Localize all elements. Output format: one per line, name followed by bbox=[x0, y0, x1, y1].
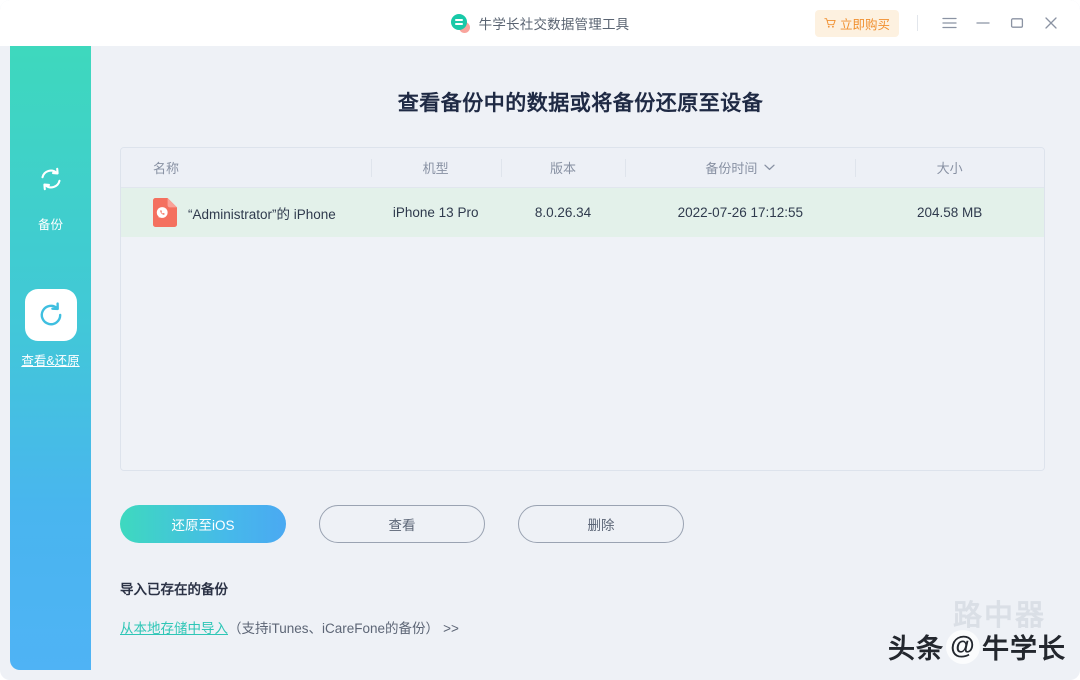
watermark-handle: 牛学长 bbox=[982, 627, 1066, 666]
cell-backup-time: 2022-07-26 17:12:55 bbox=[625, 188, 855, 237]
restore-to-ios-button[interactable]: 还原至iOS bbox=[120, 505, 286, 543]
main-content: 查看备份中的数据或将备份还原至设备 名称 机型 版本 备份时间 bbox=[91, 46, 1070, 670]
cell-name-text: “Administrator”的 iPhone bbox=[188, 203, 336, 223]
column-header-model-label: 机型 bbox=[423, 158, 449, 177]
titlebar-divider bbox=[917, 15, 918, 31]
app-window: 牛学长社交数据管理工具 立即购买 bbox=[0, 0, 1080, 680]
column-header-backup-time-label: 备份时间 bbox=[705, 158, 757, 177]
action-buttons: 还原至iOS 查看 删除 bbox=[120, 505, 684, 543]
sidebar-item-backup[interactable]: 备份 bbox=[10, 153, 91, 233]
minimize-button[interactable] bbox=[966, 0, 1000, 46]
buy-now-label: 立即购买 bbox=[840, 14, 890, 33]
sync-arrows-icon bbox=[36, 164, 66, 194]
app-logo-icon bbox=[451, 14, 470, 33]
restore-refresh-icon bbox=[36, 300, 66, 330]
view-button[interactable]: 查看 bbox=[319, 505, 485, 543]
cell-model: iPhone 13 Pro bbox=[371, 188, 501, 237]
chevron-down-icon[interactable] bbox=[764, 164, 775, 171]
hamburger-menu-button[interactable] bbox=[932, 0, 966, 46]
close-button[interactable] bbox=[1034, 0, 1068, 46]
column-header-version-label: 版本 bbox=[550, 158, 576, 177]
import-link-row: 从本地存储中导入 （支持iTunes、iCareFone的备份） >> bbox=[120, 617, 459, 637]
import-from-local-link[interactable]: 从本地存储中导入 bbox=[120, 617, 228, 637]
cell-name: “Administrator”的 iPhone bbox=[121, 188, 371, 237]
sidebar-item-backup-label: 备份 bbox=[38, 214, 63, 233]
table-row[interactable]: “Administrator”的 iPhone iPhone 13 Pro 8.… bbox=[121, 188, 1044, 237]
column-header-model[interactable]: 机型 bbox=[371, 148, 501, 187]
app-title: 牛学长社交数据管理工具 bbox=[479, 13, 630, 33]
column-header-name[interactable]: 名称 bbox=[121, 148, 371, 187]
maximize-icon bbox=[1010, 17, 1024, 29]
whatsapp-backup-file-icon bbox=[153, 198, 177, 227]
backup-table: 名称 机型 版本 备份时间 大小 bbox=[120, 147, 1045, 471]
page-title: 查看备份中的数据或将备份还原至设备 bbox=[91, 87, 1070, 117]
sidebar-backup-icon-wrap bbox=[25, 153, 77, 205]
cell-size: 204.58 MB bbox=[855, 188, 1044, 237]
column-header-size[interactable]: 大小 bbox=[855, 148, 1044, 187]
watermark-at-icon: @ bbox=[946, 630, 980, 664]
maximize-button[interactable] bbox=[1000, 0, 1034, 46]
table-header-row: 名称 机型 版本 备份时间 大小 bbox=[121, 148, 1044, 188]
sidebar-item-view-restore[interactable]: 查看&还原 bbox=[10, 289, 91, 369]
watermark: 头条 @ 牛学长 bbox=[888, 627, 1066, 666]
delete-button[interactable]: 删除 bbox=[518, 505, 684, 543]
sidebar: 备份 查看&还原 bbox=[10, 46, 91, 670]
cell-version: 8.0.26.34 bbox=[501, 188, 626, 237]
import-heading: 导入已存在的备份 bbox=[120, 578, 459, 598]
window-controls: 立即购买 bbox=[815, 0, 1080, 46]
column-header-name-label: 名称 bbox=[153, 158, 179, 177]
column-header-version[interactable]: 版本 bbox=[501, 148, 626, 187]
column-header-backup-time[interactable]: 备份时间 bbox=[625, 148, 855, 187]
close-icon bbox=[1044, 16, 1058, 30]
cart-icon bbox=[824, 17, 836, 29]
table-empty-area bbox=[121, 237, 1044, 471]
import-section: 导入已存在的备份 从本地存储中导入 （支持iTunes、iCareFone的备份… bbox=[120, 578, 459, 637]
hamburger-icon bbox=[942, 17, 957, 29]
sidebar-item-view-restore-label: 查看&还原 bbox=[21, 350, 79, 369]
sidebar-restore-icon-wrap bbox=[25, 289, 77, 341]
buy-now-button[interactable]: 立即购买 bbox=[815, 10, 899, 37]
import-arrow: >> bbox=[443, 621, 459, 636]
import-note: （支持iTunes、iCareFone的备份） bbox=[228, 617, 439, 637]
column-header-size-label: 大小 bbox=[937, 158, 963, 177]
minimize-icon bbox=[976, 17, 990, 29]
watermark-prefix: 头条 bbox=[888, 627, 944, 666]
title-bar: 牛学长社交数据管理工具 立即购买 bbox=[0, 0, 1080, 46]
